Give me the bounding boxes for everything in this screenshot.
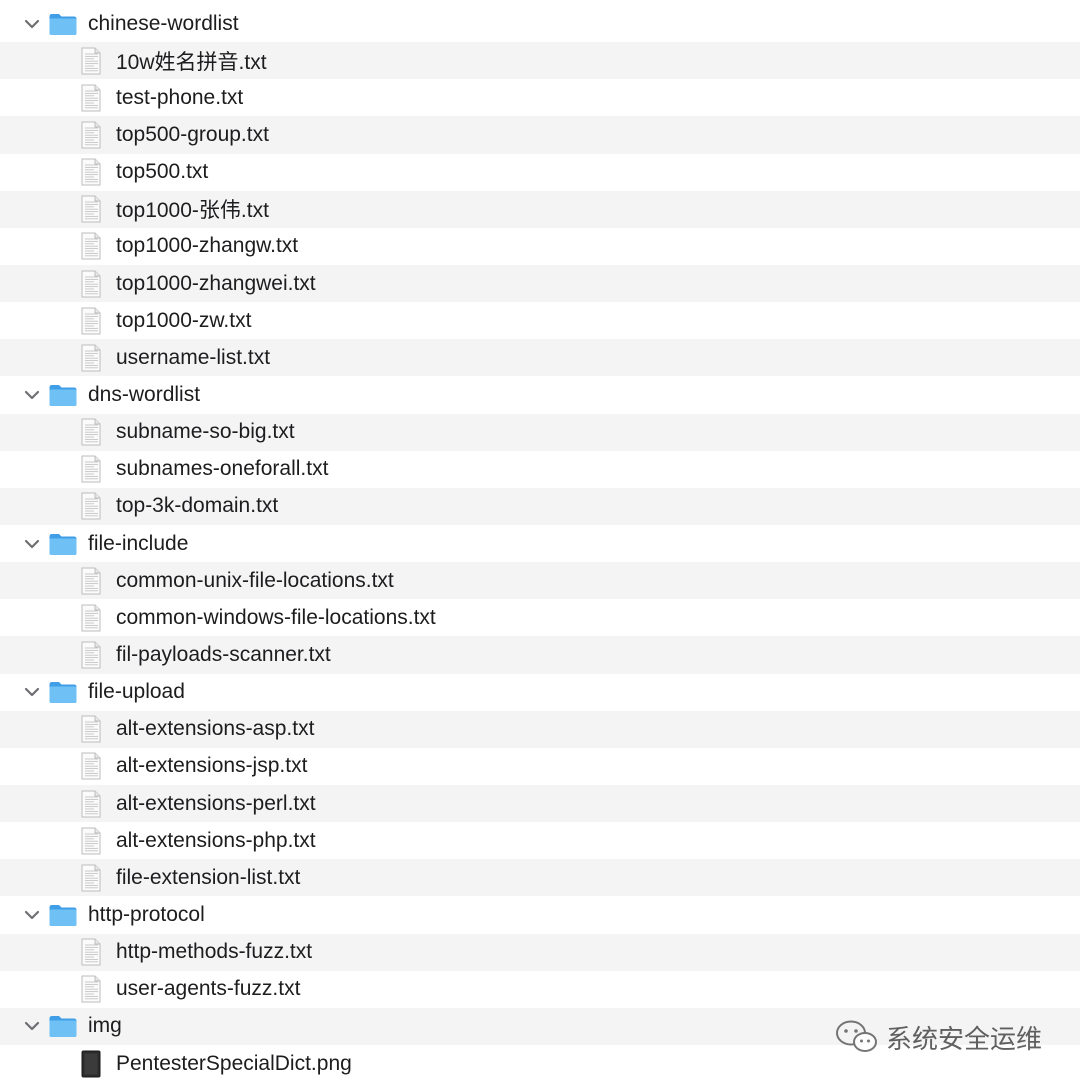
- text-file-icon: [81, 715, 101, 743]
- file-row[interactable]: alt-extensions-php.txt: [0, 822, 1080, 859]
- file-row[interactable]: 10w姓名拼音.txt: [0, 42, 1080, 80]
- folder-label: file-upload: [88, 680, 185, 704]
- file-row[interactable]: top500.txt: [0, 154, 1080, 191]
- text-file-icon: [81, 344, 101, 372]
- chevron-down-icon[interactable]: [22, 1016, 42, 1036]
- folder-row[interactable]: chinese-wordlist: [0, 5, 1080, 42]
- file-label: alt-extensions-jsp.txt: [116, 754, 308, 778]
- file-row[interactable]: alt-extensions-perl.txt: [0, 784, 1080, 823]
- folder-icon: [49, 533, 77, 555]
- file-label: top1000-zw.txt: [116, 308, 252, 332]
- file-label: top1000-zhangwei.txt: [116, 271, 316, 295]
- text-file-icon: [81, 827, 101, 855]
- chevron-down-icon[interactable]: [22, 534, 42, 554]
- file-row[interactable]: http-methods-fuzz.txt: [0, 933, 1080, 971]
- file-label: common-unix-file-locations.txt: [116, 568, 394, 592]
- file-label: username-list.txt: [116, 345, 271, 369]
- text-file-icon: [81, 938, 101, 966]
- file-list: chinese-wordlist 10w姓名拼音.txt test-phone.tx…: [0, 5, 1080, 1082]
- chevron-down-icon[interactable]: [22, 14, 42, 34]
- file-label: subnames-oneforall.txt: [116, 457, 329, 481]
- text-file-icon: [81, 752, 101, 780]
- text-file-icon: [81, 158, 101, 186]
- folder-label: img: [88, 1014, 122, 1038]
- text-file-icon: [81, 604, 101, 632]
- file-row[interactable]: top1000-zhangwei.txt: [0, 264, 1080, 303]
- image-file-icon: [81, 1050, 101, 1077]
- file-row[interactable]: test-phone.txt: [0, 79, 1080, 116]
- folder-icon: [49, 904, 77, 926]
- file-label: top1000-zhangw.txt: [116, 234, 299, 258]
- folder-row[interactable]: file-include: [0, 525, 1080, 562]
- file-label: http-methods-fuzz.txt: [116, 940, 313, 964]
- text-file-icon: [81, 492, 101, 520]
- file-label: alt-extensions-php.txt: [116, 828, 316, 852]
- file-row[interactable]: top1000-zhangw.txt: [0, 228, 1080, 265]
- folder-icon: [49, 1016, 77, 1038]
- file-row[interactable]: top-3k-domain.txt: [0, 487, 1080, 525]
- file-label: 10w姓名拼音.txt: [116, 50, 267, 74]
- file-label: test-phone.txt: [116, 85, 244, 109]
- folder-label: http-protocol: [88, 902, 205, 926]
- file-row[interactable]: alt-extensions-jsp.txt: [0, 748, 1080, 785]
- file-row[interactable]: common-unix-file-locations.txt: [0, 562, 1080, 600]
- folder-icon: [49, 682, 77, 704]
- folder-label: chinese-wordlist: [88, 11, 239, 35]
- file-row[interactable]: top1000-张伟.txt: [0, 190, 1080, 228]
- folder-icon: [49, 384, 77, 406]
- chevron-down-icon[interactable]: [22, 385, 42, 405]
- file-label: top500.txt: [116, 160, 209, 184]
- file-label: top-3k-domain.txt: [116, 494, 279, 518]
- text-file-icon: [81, 195, 101, 223]
- folder-icon: [49, 13, 77, 35]
- file-row[interactable]: top500-group.txt: [0, 116, 1080, 154]
- text-file-icon: [81, 270, 101, 298]
- folder-row[interactable]: http-protocol: [0, 896, 1080, 933]
- file-row[interactable]: subname-so-big.txt: [0, 413, 1080, 451]
- text-file-icon: [81, 121, 101, 149]
- file-row[interactable]: top1000-zw.txt: [0, 302, 1080, 339]
- watermark: 系统安全运维: [834, 1018, 1042, 1056]
- folder-label: file-include: [88, 531, 189, 555]
- text-file-icon: [81, 232, 101, 260]
- file-label: top1000-张伟.txt: [116, 199, 269, 223]
- file-label: file-extension-list.txt: [116, 865, 301, 889]
- text-file-icon: [81, 418, 101, 446]
- text-file-icon: [81, 307, 101, 335]
- text-file-icon: [81, 790, 101, 818]
- folder-row[interactable]: file-upload: [0, 674, 1080, 711]
- text-file-icon: [81, 567, 101, 595]
- file-row[interactable]: username-list.txt: [0, 339, 1080, 377]
- folder-row[interactable]: dns-wordlist: [0, 376, 1080, 413]
- file-label: common-windows-file-locations.txt: [116, 605, 436, 629]
- file-row[interactable]: alt-extensions-asp.txt: [0, 710, 1080, 748]
- file-label: PentesterSpecialDict.png: [116, 1051, 352, 1075]
- text-file-icon: [81, 641, 101, 669]
- chevron-down-icon[interactable]: [22, 905, 42, 925]
- file-label: alt-extensions-asp.txt: [116, 717, 315, 741]
- file-label: user-agents-fuzz.txt: [116, 977, 301, 1001]
- file-label: top500-group.txt: [116, 122, 269, 146]
- file-label: subname-so-big.txt: [116, 420, 295, 444]
- file-row[interactable]: fil-payloads-scanner.txt: [0, 636, 1080, 674]
- file-label: alt-extensions-perl.txt: [116, 791, 316, 815]
- chevron-down-icon[interactable]: [22, 682, 42, 702]
- file-row[interactable]: user-agents-fuzz.txt: [0, 971, 1080, 1008]
- file-row[interactable]: common-windows-file-locations.txt: [0, 599, 1080, 636]
- text-file-icon: [81, 84, 101, 112]
- folder-label: dns-wordlist: [88, 382, 201, 406]
- text-file-icon: [81, 864, 101, 892]
- file-row[interactable]: subnames-oneforall.txt: [0, 451, 1080, 488]
- text-file-icon: [81, 455, 101, 483]
- wechat-icon: [836, 1020, 877, 1052]
- text-file-icon: [81, 47, 101, 75]
- watermark-text: 系统安全运维: [886, 1024, 1043, 1055]
- text-file-icon: [81, 975, 101, 1003]
- file-row[interactable]: file-extension-list.txt: [0, 859, 1080, 897]
- file-label: fil-payloads-scanner.txt: [116, 642, 331, 666]
